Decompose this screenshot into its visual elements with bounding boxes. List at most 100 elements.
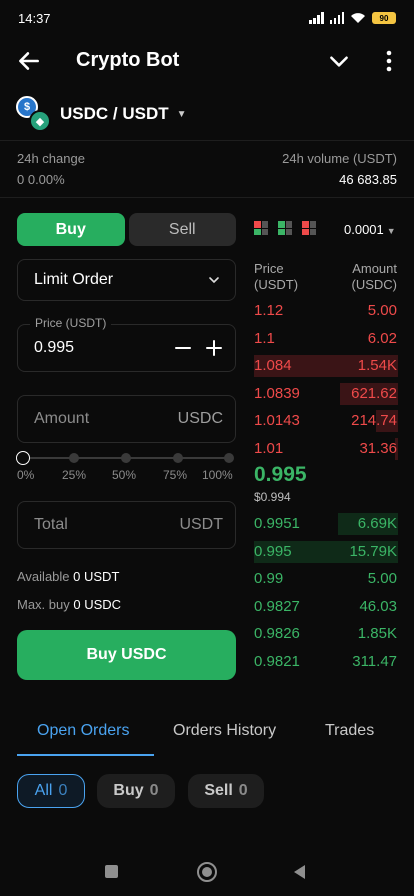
home-icon[interactable]	[197, 862, 217, 882]
filter-sell-chip[interactable]: Sell 0	[188, 774, 264, 808]
plus-icon[interactable]	[201, 335, 227, 361]
available-label: Available	[17, 569, 70, 584]
filter-buy-chip[interactable]: Buy 0	[97, 774, 175, 808]
caret-down-icon: ▼	[386, 226, 396, 236]
back-icon[interactable]	[294, 865, 305, 879]
orderbook-row[interactable]: 0.9951 6.69K	[254, 513, 398, 535]
orderbook-price: 0.99	[254, 570, 284, 587]
price-input[interactable]: 0.995	[34, 339, 74, 357]
price-field[interactable]: Price (USDT) 0.995	[17, 316, 236, 372]
orderbook-price: 0.9826	[254, 625, 300, 642]
orderbook-view-toggle	[254, 221, 316, 235]
status-icons: 90	[309, 12, 396, 24]
orderbook-price: 0.9821	[254, 652, 300, 670]
change-value: 0 0.00%	[17, 172, 65, 187]
orderbook-price: 0.9827	[254, 597, 300, 615]
orderbook-row[interactable]: 0.9827 46.03	[254, 596, 398, 618]
orderbook-row[interactable]: 0.9826 1.85K	[254, 623, 398, 645]
orderbook-row[interactable]: 1.084 1.54K	[254, 355, 398, 377]
orderbook-row[interactable]: 1.0143 214.74	[254, 410, 398, 432]
wifi-icon	[351, 13, 365, 23]
orderbook-price: 1.12	[254, 302, 284, 319]
back-arrow-icon[interactable]	[16, 48, 42, 74]
tab-trades[interactable]: Trades	[325, 722, 374, 740]
sell-tab[interactable]: Sell	[128, 213, 236, 246]
change-label: 24h change	[17, 151, 85, 166]
price-label: Price (USDT)	[30, 316, 112, 330]
signal-icon-2	[329, 12, 344, 24]
tab-orders-history[interactable]: Orders History	[173, 722, 276, 740]
amount-placeholder: Amount	[34, 410, 90, 427]
total-unit: USDT	[179, 516, 223, 533]
orderbook-amount: 214.74	[351, 412, 397, 429]
more-vertical-icon[interactable]	[378, 48, 400, 74]
page-title: Crypto Bot	[76, 49, 180, 71]
slider-step-50[interactable]	[121, 453, 131, 463]
slider-step-100[interactable]	[224, 453, 234, 463]
mid-price: 0.995	[254, 463, 307, 486]
side-toggle: Buy Sell	[17, 213, 236, 246]
order-type-select[interactable]: Limit Order	[17, 259, 236, 301]
orderbook-price: 1.1	[254, 329, 275, 347]
available-line: Available 0 USDT	[17, 569, 119, 584]
orderbook-price: 1.01	[254, 439, 284, 457]
filter-all-chip[interactable]: All 0	[17, 774, 85, 808]
amount-slider[interactable]	[16, 451, 236, 465]
total-field[interactable]: Total USDT	[17, 501, 236, 549]
orderbook-row[interactable]: 1.12 5.00	[254, 300, 398, 322]
pair-label: USDC / USDT	[60, 104, 169, 123]
price-header-line1: Price	[254, 261, 284, 276]
buy-tab[interactable]: Buy	[17, 213, 125, 246]
orderbook-amount: 311.47	[352, 652, 397, 670]
chevron-down-icon[interactable]	[326, 48, 352, 74]
slider-label: 0%	[17, 468, 35, 482]
orderbook-amount: 5.00	[367, 302, 397, 319]
filter-all-count: 0	[58, 782, 68, 799]
filter-all-label: All	[34, 782, 53, 799]
chevron-down-icon	[209, 277, 219, 284]
orderbook-row[interactable]: 1.1 6.02	[254, 328, 398, 350]
orderbook-row[interactable]: 0.9821 311.47	[254, 651, 398, 673]
recents-icon[interactable]	[105, 865, 118, 878]
orderbook-amount: 15.79K	[349, 542, 397, 560]
slider-knob[interactable]	[16, 451, 30, 465]
mid-price-usd: $0.994	[254, 490, 291, 504]
active-tab-indicator	[17, 754, 154, 756]
precision-select[interactable]: 0.0001 ▼	[344, 222, 396, 237]
amount-column-header: Amount (USDC)	[352, 261, 398, 293]
buy-usdc-button[interactable]: Buy USDC	[17, 630, 236, 680]
pair-logos: $ ◆	[16, 96, 52, 132]
orderbook-row[interactable]: 1.0839 621.62	[254, 382, 398, 405]
tab-open-orders[interactable]: Open Orders	[37, 722, 129, 740]
orderbook-amount: 1.85K	[357, 625, 397, 642]
slider-step-25[interactable]	[69, 453, 79, 463]
orderbook-row[interactable]: 0.995 15.79K	[254, 540, 398, 563]
orderbook-row[interactable]: 1.01 31.36	[254, 437, 398, 460]
pair-selector[interactable]: $ ◆ USDC / USDT ▼	[16, 94, 216, 134]
view-bids-icon[interactable]	[278, 221, 292, 235]
filter-sell-label: Sell	[204, 782, 233, 799]
price-header-line2: (USDT)	[254, 277, 299, 292]
available-value: 0 USDT	[73, 569, 120, 584]
filter-buy-label: Buy	[113, 782, 144, 799]
amount-header-line1: Amount	[352, 261, 397, 276]
orderbook-price: 0.995	[254, 542, 292, 560]
status-bar: 14:37 90	[0, 0, 414, 36]
orderbook-price: 1.0143	[254, 412, 300, 429]
volume-value: 46 683.85	[339, 172, 397, 187]
signal-icon	[309, 12, 324, 24]
slider-label: 100%	[202, 468, 233, 482]
orderbook-amount: 6.69K	[357, 515, 397, 532]
slider-label: 75%	[163, 468, 188, 482]
minus-icon[interactable]	[170, 335, 196, 361]
orderbook-price: 0.9951	[254, 515, 300, 532]
order-type-value: Limit Order	[34, 271, 114, 288]
battery-icon: 90	[372, 12, 396, 24]
view-asks-icon[interactable]	[302, 221, 316, 235]
view-both-icon[interactable]	[254, 221, 268, 235]
amount-field[interactable]: Amount USDC	[17, 395, 236, 443]
orderbook-row[interactable]: 0.99 5.00	[254, 568, 398, 590]
orderbook-price: 1.0839	[254, 384, 300, 402]
slider-step-75[interactable]	[173, 453, 183, 463]
orderbook-price: 1.084	[254, 357, 292, 374]
